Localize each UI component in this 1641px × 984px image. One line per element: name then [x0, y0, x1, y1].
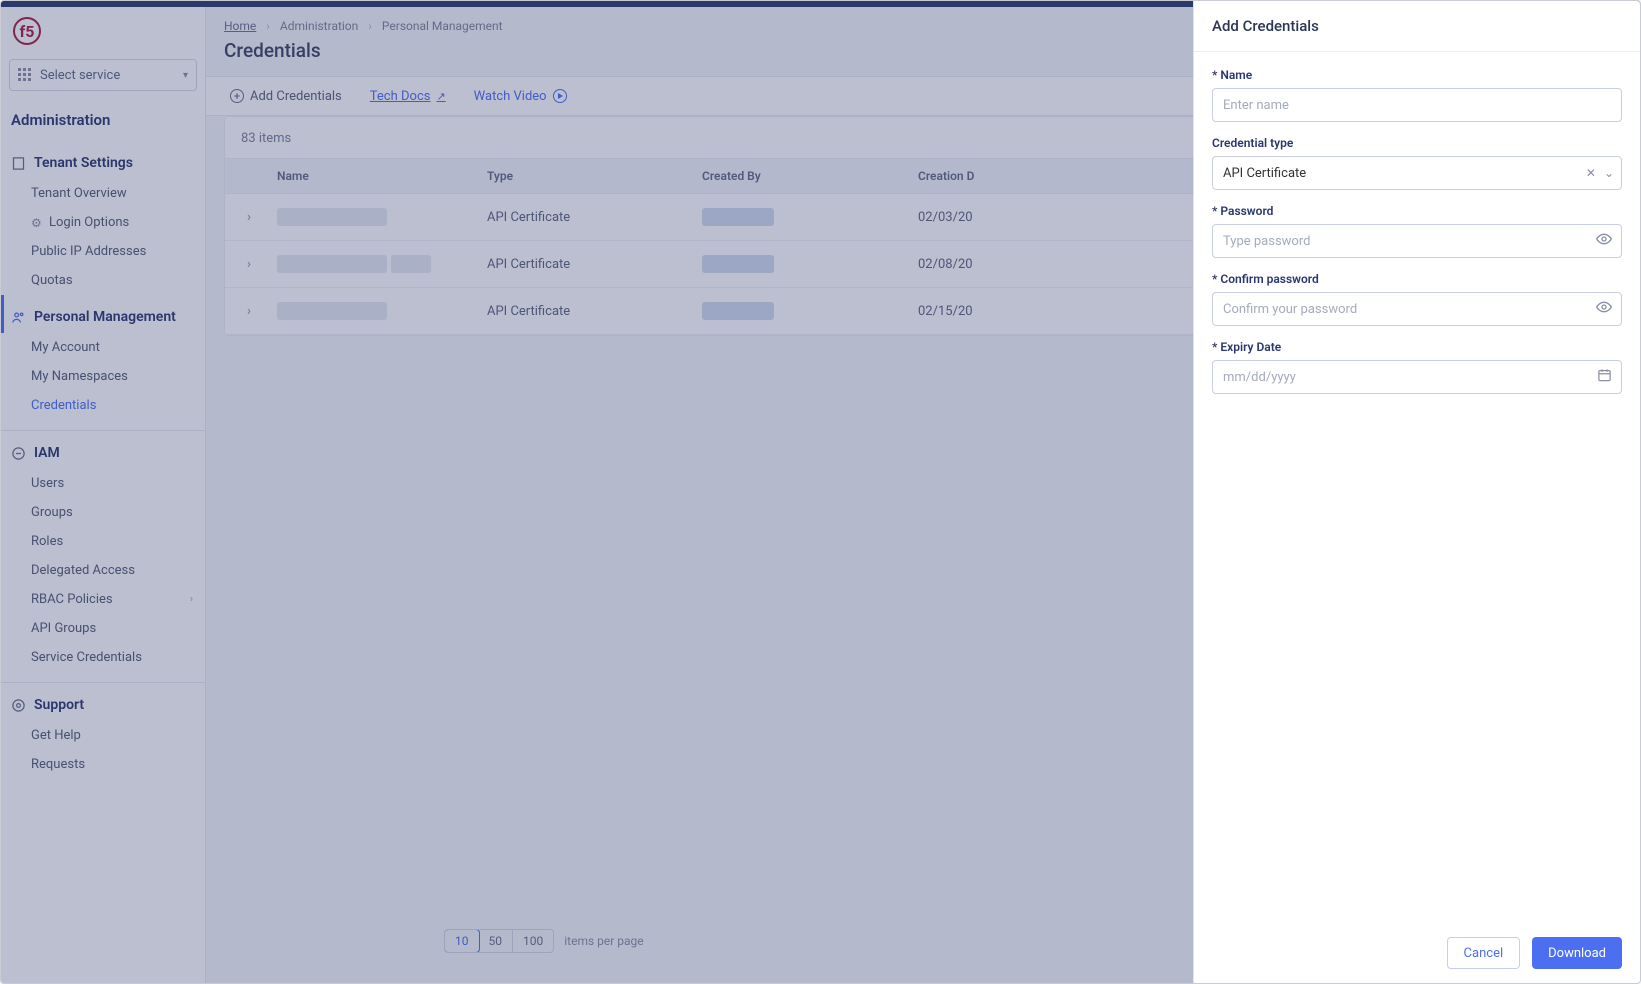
label-expiry-date: * Expiry Date: [1212, 340, 1622, 354]
name-input[interactable]: [1212, 88, 1622, 122]
label-credential-type: Credential type: [1212, 136, 1622, 150]
clear-icon[interactable]: ✕: [1586, 166, 1596, 180]
confirm-password-input[interactable]: [1212, 292, 1622, 326]
panel-title: Add Credentials: [1194, 1, 1640, 52]
chevron-down-icon[interactable]: ⌄: [1604, 166, 1614, 180]
cancel-button[interactable]: Cancel: [1447, 937, 1521, 969]
password-input[interactable]: [1212, 224, 1622, 258]
download-button[interactable]: Download: [1532, 937, 1622, 969]
eye-icon[interactable]: [1596, 299, 1612, 319]
add-credentials-panel: Add Credentials * Name Credential type ✕…: [1193, 1, 1640, 983]
calendar-icon[interactable]: [1597, 368, 1612, 387]
credential-type-select[interactable]: [1212, 156, 1622, 190]
expiry-date-input[interactable]: [1212, 360, 1622, 394]
label-name: * Name: [1212, 68, 1622, 82]
eye-icon[interactable]: [1596, 231, 1612, 251]
label-confirm-password: * Confirm password: [1212, 272, 1622, 286]
label-password: * Password: [1212, 204, 1622, 218]
